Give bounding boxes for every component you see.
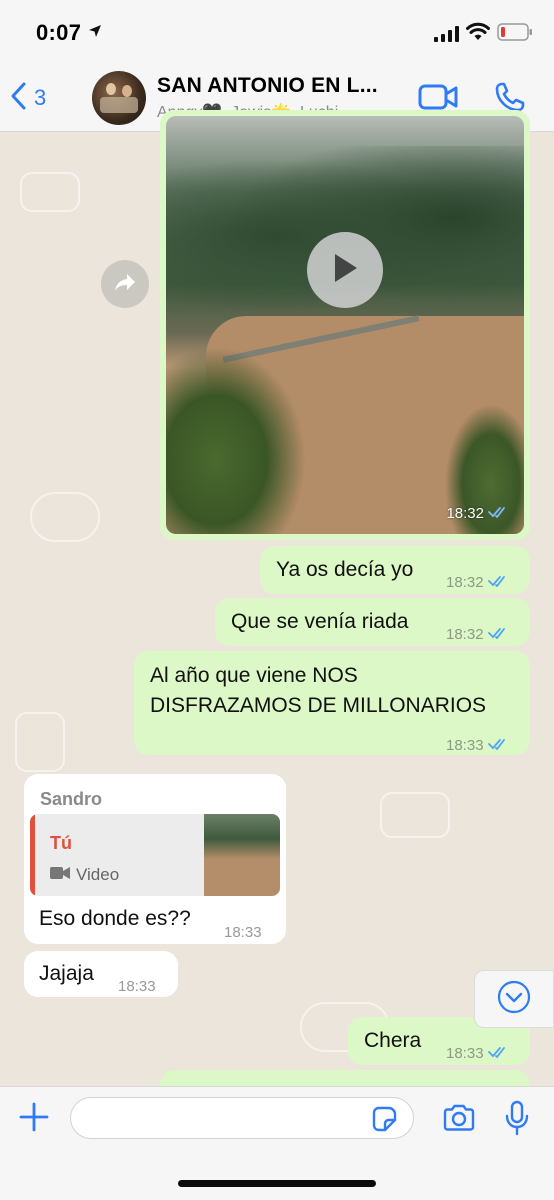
- message-text-line: Al año que viene NOS: [150, 664, 358, 687]
- message-meta: 18:32: [446, 568, 510, 598]
- message-bubble[interactable]: Al año que viene NOS DISFRAZAMOS DE MILL…: [134, 651, 530, 755]
- wallpaper-doodle: [380, 792, 450, 838]
- forward-button[interactable]: [101, 260, 149, 308]
- message-text: Chera: [364, 1029, 422, 1052]
- back-chevron-icon: [10, 82, 26, 115]
- message-meta: 18:33: [118, 972, 156, 1002]
- play-icon: [331, 252, 359, 289]
- message-meta: 18:33: [446, 731, 510, 761]
- message-time: 18:33: [118, 978, 156, 995]
- video-thumbnail[interactable]: 18:32: [166, 116, 524, 534]
- wifi-icon: [466, 22, 490, 47]
- chat-title[interactable]: SAN ANTONIO EN L...: [157, 74, 378, 98]
- wallpaper-doodle: [20, 172, 80, 212]
- home-indicator[interactable]: [178, 1180, 376, 1187]
- sticker-icon[interactable]: [370, 1105, 398, 1138]
- message-text: Ya os decía yo: [276, 558, 414, 581]
- read-ticks-icon: [487, 568, 510, 598]
- read-ticks-icon: [487, 731, 510, 761]
- video-camera-icon: [50, 860, 70, 890]
- message-bubble[interactable]: Que se venía riada 18:32: [215, 598, 530, 646]
- microphone-icon[interactable]: [505, 1100, 529, 1141]
- quote-author: Tú: [50, 833, 72, 853]
- quoted-message[interactable]: Tú Video: [30, 814, 280, 896]
- message-text: Jajaja: [39, 962, 94, 985]
- message-bubble[interactable]: Jajaja 18:33: [24, 951, 178, 997]
- message-meta: 18:32: [446, 505, 510, 522]
- status-bar: 0:07: [0, 0, 554, 64]
- quote-type-label: Video: [76, 865, 120, 884]
- message-meta: 18:32: [446, 620, 510, 650]
- battery-low-icon: [497, 23, 533, 46]
- quote-type: Video: [50, 860, 119, 890]
- message-meta: 18:33: [446, 1039, 510, 1069]
- camera-icon[interactable]: [442, 1104, 476, 1137]
- plus-icon[interactable]: [18, 1101, 50, 1138]
- message-meta: 18:33: [224, 918, 262, 948]
- message-text: Eso donde es??: [39, 907, 191, 930]
- read-ticks-icon: [487, 620, 510, 650]
- group-avatar[interactable]: [92, 71, 146, 125]
- reply-message-bubble[interactable]: Sandro Tú Video Eso donde es?? 18:33: [24, 774, 286, 944]
- message-bubble[interactable]: Ya os decía yo 18:32: [260, 546, 530, 594]
- message-time: 18:33: [446, 1045, 484, 1062]
- read-ticks-icon: [487, 1039, 510, 1069]
- wallpaper-doodle: [30, 492, 100, 542]
- read-ticks-icon: [488, 505, 510, 522]
- message-input-bar: [0, 1086, 554, 1200]
- unread-count: 3: [34, 85, 47, 110]
- message-input[interactable]: [70, 1097, 414, 1139]
- message-time: 18:32: [446, 574, 484, 591]
- message-time: 18:32: [446, 626, 484, 643]
- signal-icon: [434, 26, 460, 47]
- location-arrow-icon: [88, 24, 102, 43]
- message-time: 18:32: [446, 505, 484, 522]
- forward-icon: [113, 272, 137, 297]
- message-text: Que se venía riada: [231, 610, 409, 633]
- message-time: 18:33: [446, 737, 484, 754]
- chevron-down-circle-icon: [497, 980, 531, 1019]
- quote-thumbnail: [204, 814, 280, 896]
- play-button[interactable]: [307, 232, 383, 308]
- message-text-line: DISFRAZAMOS DE MILLONARIOS: [150, 694, 487, 717]
- back-button[interactable]: 3: [10, 78, 46, 118]
- message-time: 18:33: [224, 924, 262, 941]
- quote-accent-bar: [30, 814, 35, 896]
- scroll-to-bottom-button[interactable]: [474, 970, 554, 1028]
- wallpaper-doodle: [15, 712, 65, 772]
- video-message[interactable]: 18:32: [160, 110, 530, 540]
- status-time: 0:07: [36, 20, 82, 45]
- sender-name: Sandro: [40, 789, 103, 809]
